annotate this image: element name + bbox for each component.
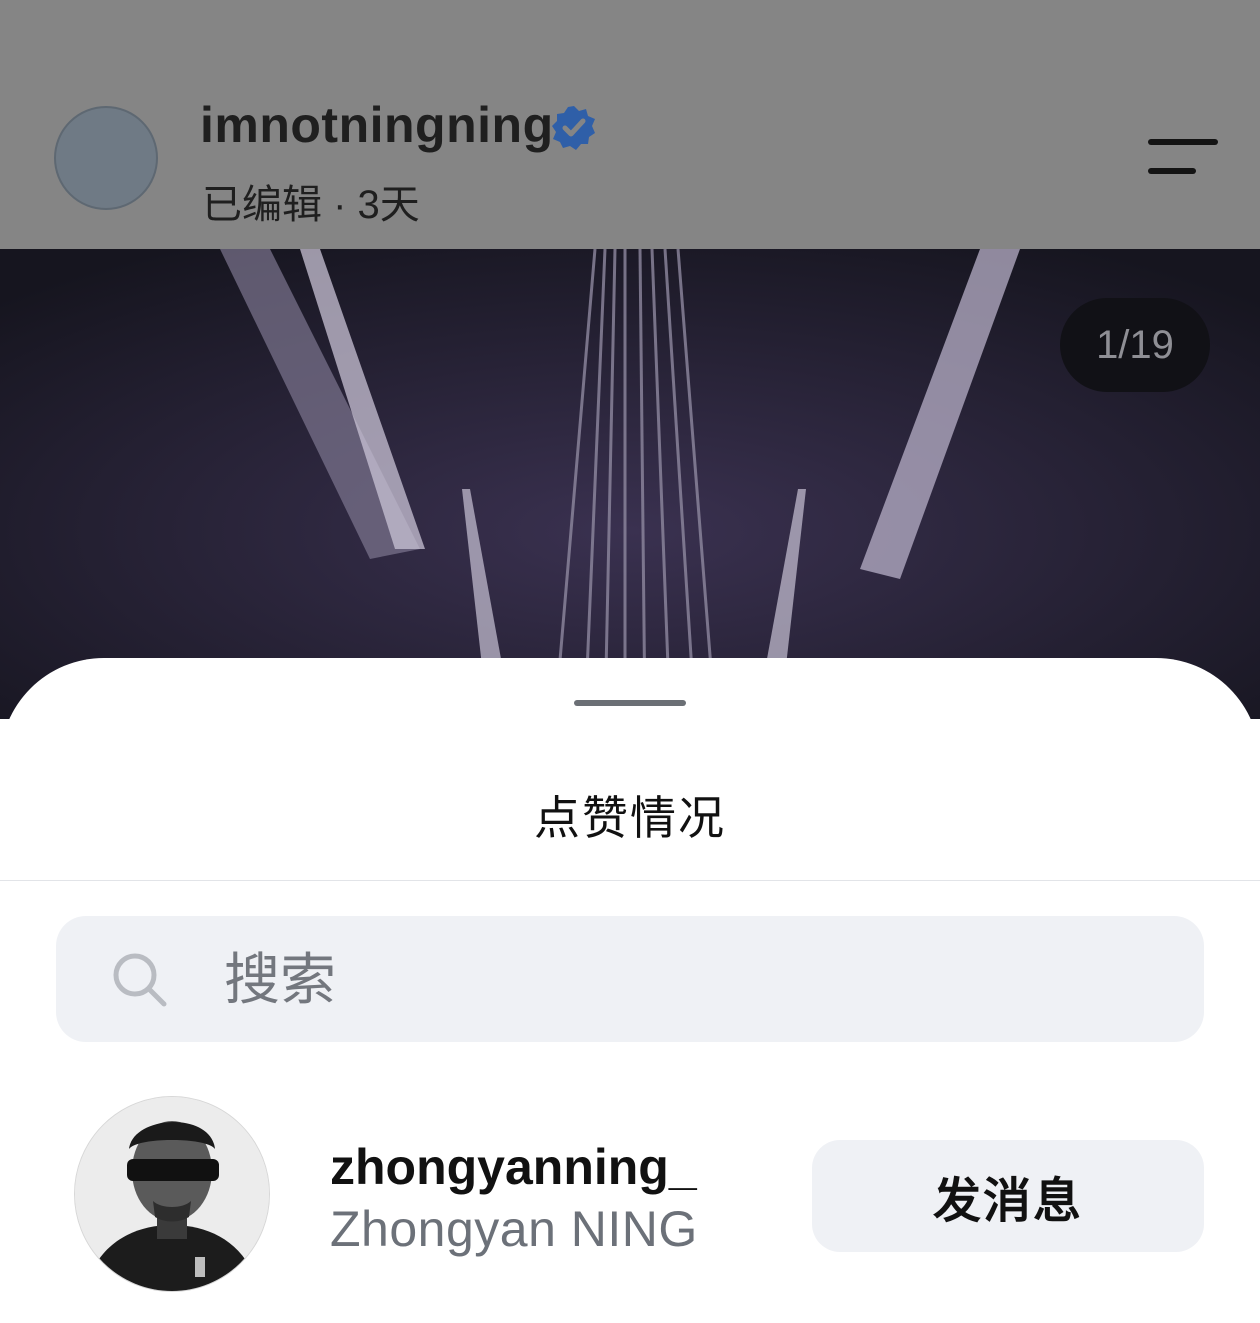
sheet-drag-handle[interactable] xyxy=(574,700,686,706)
message-button[interactable]: 发消息 xyxy=(812,1140,1204,1252)
liker-username[interactable]: zhongyanning_ xyxy=(330,1138,697,1196)
image-counter: 1/19 xyxy=(1060,298,1210,392)
post-header: imnotningning 已编辑 · 3天 xyxy=(0,0,1260,249)
menu-icon[interactable] xyxy=(1146,136,1220,178)
verified-badge-icon xyxy=(552,106,595,150)
post-author-username[interactable]: imnotningning xyxy=(200,96,554,154)
sheet-title: 点赞情况 xyxy=(534,792,726,844)
search-bar[interactable] xyxy=(56,916,1204,1042)
sheet-divider xyxy=(0,880,1260,881)
post-author-avatar[interactable] xyxy=(54,106,158,210)
liker-avatar[interactable] xyxy=(74,1096,270,1292)
liker-list-item[interactable]: zhongyanning_ Zhongyan NING 发消息 xyxy=(0,1096,1260,1296)
avatar-photo xyxy=(75,1097,269,1291)
liker-full-name: Zhongyan NING xyxy=(330,1201,698,1257)
search-icon xyxy=(113,953,167,1007)
search-input[interactable] xyxy=(224,940,1124,1018)
post-meta: 已编辑 · 3天 xyxy=(202,183,420,227)
